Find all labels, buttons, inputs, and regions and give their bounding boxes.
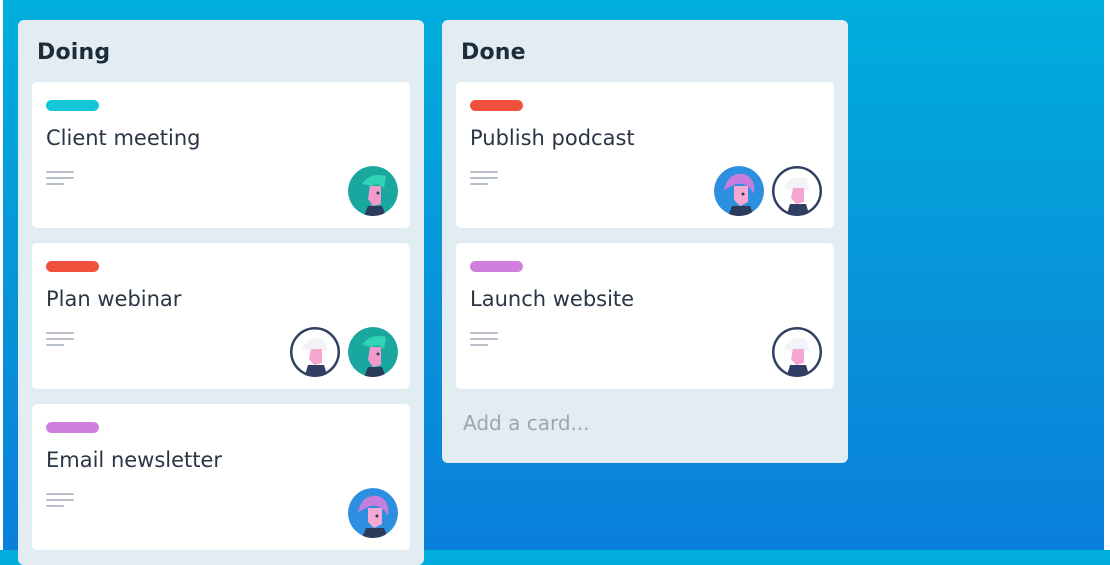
card-title: Launch website <box>470 287 635 311</box>
description-lines-icon <box>46 493 76 511</box>
teal-avatar[interactable] <box>348 166 398 216</box>
label-bar[interactable] <box>470 261 523 272</box>
card-launch-website[interactable]: Launch website <box>456 243 834 389</box>
card-title: Publish podcast <box>470 126 635 150</box>
description-lines-icon <box>46 171 76 189</box>
card-title: Plan webinar <box>46 287 182 311</box>
label-bar[interactable] <box>46 100 99 111</box>
white-avatar[interactable] <box>772 166 822 216</box>
white-avatar[interactable] <box>772 327 822 377</box>
description-lines-icon <box>470 171 500 189</box>
card-title: Email newsletter <box>46 448 223 472</box>
list-title[interactable]: Doing <box>37 42 110 64</box>
blue-avatar[interactable] <box>348 488 398 538</box>
blue-avatar[interactable] <box>714 166 764 216</box>
description-lines-icon <box>46 332 76 350</box>
card-title: Client meeting <box>46 126 201 150</box>
window-edge-right <box>1104 0 1110 550</box>
label-bar[interactable] <box>46 422 99 433</box>
card-publish-podcast[interactable]: Publish podcast <box>456 82 834 228</box>
label-bar[interactable] <box>46 261 99 272</box>
list-done: Done Publish podcast Launch website Add … <box>442 20 848 463</box>
list-title[interactable]: Done <box>461 42 526 64</box>
list-doing: Doing Client meeting Plan webinar Email … <box>18 20 424 565</box>
teal-avatar[interactable] <box>348 327 398 377</box>
card-email-newsletter[interactable]: Email newsletter <box>32 404 410 550</box>
add-card-button[interactable]: Add a card... <box>463 411 590 435</box>
card-client-meeting[interactable]: Client meeting <box>32 82 410 228</box>
window-edge-left <box>0 0 3 550</box>
white-avatar[interactable] <box>290 327 340 377</box>
label-bar[interactable] <box>470 100 523 111</box>
card-plan-webinar[interactable]: Plan webinar <box>32 243 410 389</box>
description-lines-icon <box>470 332 500 350</box>
